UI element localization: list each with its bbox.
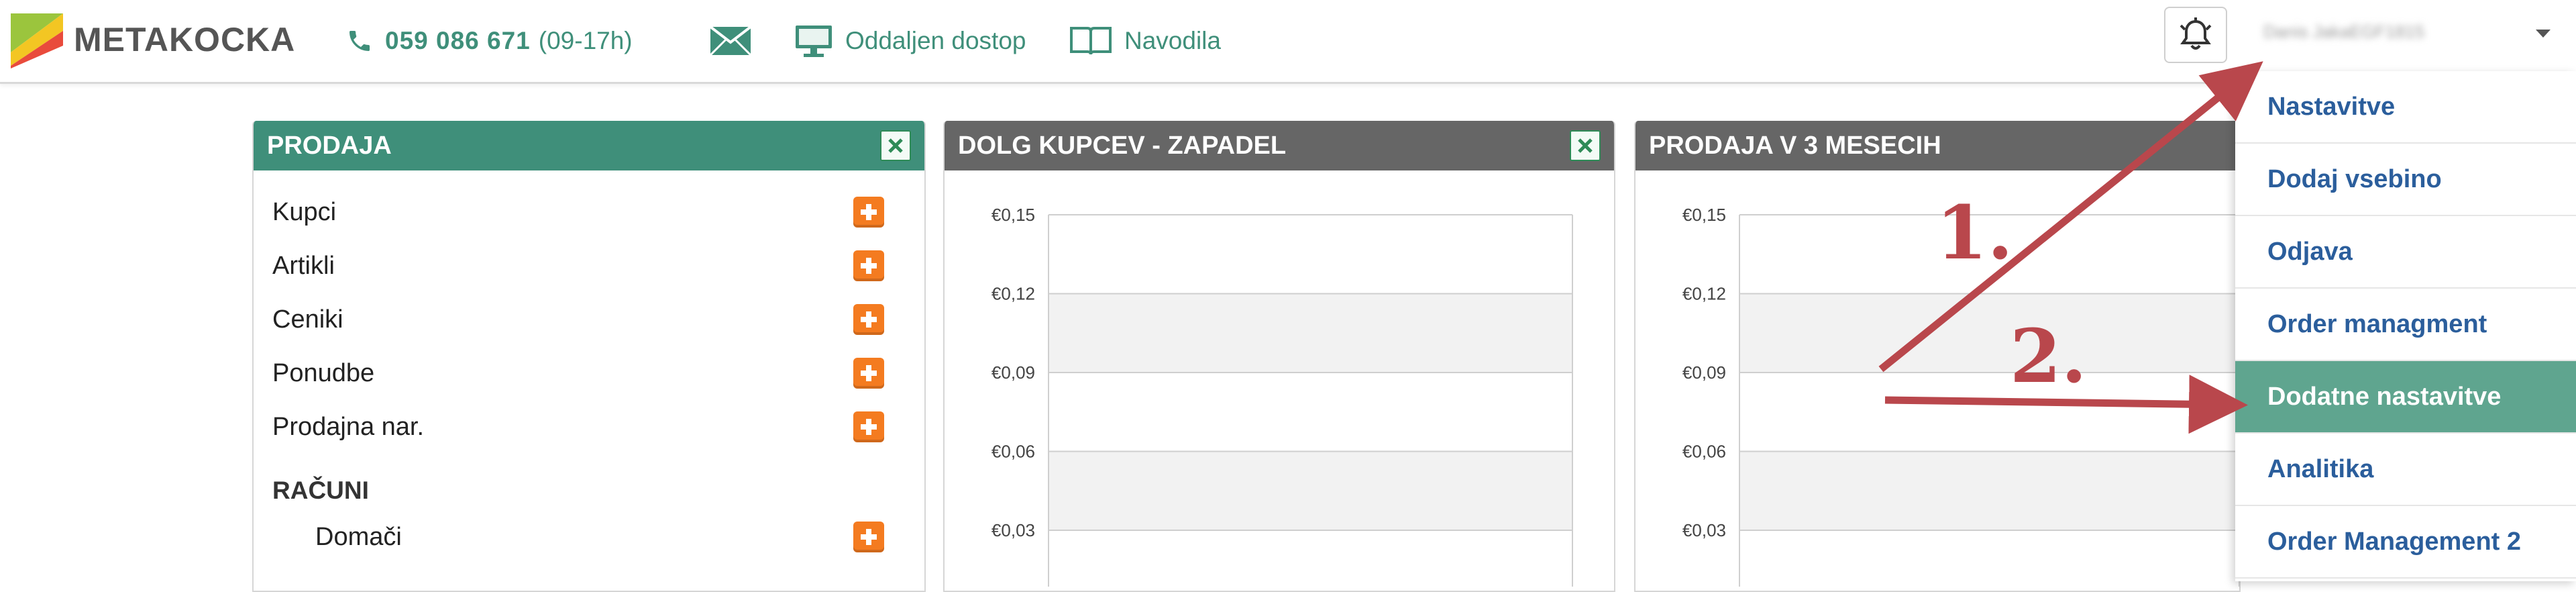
- book-icon: [1070, 27, 1112, 55]
- logo-text: METAKOCKA: [74, 21, 296, 58]
- sales-item-label[interactable]: Kupci: [272, 198, 336, 227]
- remote-access-link[interactable]: Oddaljen dostop: [794, 20, 1026, 62]
- sales-item-label[interactable]: Ceniki: [272, 305, 343, 334]
- plus-icon: [861, 258, 877, 274]
- phone-hours: (09-17h): [538, 27, 633, 54]
- y-tick-label: €0,15: [1682, 205, 1726, 225]
- mail-icon: [710, 26, 751, 56]
- top-bar: METAKOCKA 059 086 671 (09-17h) Oddaljen …: [0, 0, 2576, 84]
- panel-debt-header: DOLG KUPCEV - ZAPADEL: [945, 121, 1614, 170]
- plot-band: [1049, 373, 1572, 452]
- notifications-button[interactable]: [2164, 7, 2227, 63]
- sales-item-artikli[interactable]: Artikli: [272, 246, 884, 286]
- panel-sales-header: PRODAJA: [254, 121, 924, 170]
- plot-band: [1049, 215, 1572, 294]
- plot-band: [1739, 530, 2239, 587]
- logo[interactable]: METAKOCKA: [8, 9, 295, 70]
- menu-item-odjava[interactable]: Odjava: [2235, 216, 2576, 289]
- plot-band: [1739, 451, 2239, 530]
- sales-item-label[interactable]: Prodajna nar.: [272, 413, 424, 442]
- close-icon: [1578, 138, 1593, 153]
- plus-icon: [861, 311, 877, 328]
- phone-number: 059 086 671: [385, 27, 531, 54]
- panel-sales-3-months-header: PRODAJA V 3 MESECIH: [1635, 121, 2239, 170]
- plus-icon: [861, 419, 877, 435]
- plot-band: [1049, 530, 1572, 587]
- add-button[interactable]: [853, 250, 884, 281]
- menu-item-dodaj-vsebino[interactable]: Dodaj vsebino: [2235, 144, 2576, 216]
- panel-sales-title: PRODAJA: [267, 131, 392, 160]
- plot-band: [1049, 293, 1572, 373]
- monitor-icon: [796, 26, 832, 57]
- user-dropdown-menu: Nastavitve Dodaj vsebino Odjava Order ma…: [2235, 71, 2576, 581]
- mail-button[interactable]: [710, 20, 751, 62]
- close-icon: [888, 138, 903, 153]
- annotation-step-2: 2.: [2010, 313, 2087, 399]
- y-tick-label: €0,15: [991, 205, 1035, 225]
- sales-item-label[interactable]: Artikli: [272, 252, 335, 281]
- close-panel-sales-button[interactable]: [880, 130, 911, 161]
- panel-sales: PRODAJA Kupci Artikli Ceniki Ponudbe Pro…: [252, 121, 926, 592]
- instructions-link[interactable]: Navodila: [1069, 20, 1221, 62]
- menu-item-order-management-2[interactable]: Order Management 2: [2235, 506, 2576, 579]
- sales-item-prodajna-nar[interactable]: Prodajna nar.: [272, 407, 884, 447]
- y-tick-label: €0,12: [991, 284, 1035, 304]
- sales-item-ceniki[interactable]: Ceniki: [272, 299, 884, 340]
- bell-icon: [2180, 17, 2212, 50]
- user-menu-name[interactable]: Danis JakaEGF1815: [2263, 21, 2491, 48]
- remote-access-label: Oddaljen dostop: [845, 27, 1026, 54]
- panel-sales-3-months-title: PRODAJA V 3 MESECIH: [1649, 131, 1941, 160]
- close-panel-debt-button[interactable]: [1570, 130, 1601, 161]
- chevron-down-icon[interactable]: [2536, 30, 2551, 38]
- y-tick-label: €0,03: [1682, 520, 1726, 540]
- add-button[interactable]: [853, 358, 884, 389]
- plot-band: [1739, 373, 2239, 452]
- plot-band: [1049, 451, 1572, 530]
- phone-contact[interactable]: 059 086 671 (09-17h): [346, 20, 633, 62]
- add-button[interactable]: [853, 411, 884, 442]
- panel-debt-title: DOLG KUPCEV - ZAPADEL: [958, 131, 1287, 160]
- menu-item-nastavitve[interactable]: Nastavitve: [2235, 71, 2576, 144]
- y-tick-label: €0,06: [991, 442, 1035, 462]
- add-button[interactable]: [853, 304, 884, 335]
- annotation-step-1: 1.: [1936, 189, 2013, 276]
- phone-icon: [350, 31, 370, 51]
- y-tick-label: €0,09: [991, 362, 1035, 383]
- y-tick-label: €0,12: [1682, 284, 1726, 304]
- plus-icon: [861, 365, 877, 381]
- y-tick-label: €0,03: [991, 520, 1035, 540]
- menu-item-analitika[interactable]: Analitika: [2235, 434, 2576, 506]
- debt-chart: €0,15 €0,12 €0,09 €0,06 €0,03: [991, 205, 1573, 587]
- sales-item-label[interactable]: Ponudbe: [272, 359, 374, 388]
- plot-band: [1739, 293, 2239, 373]
- sales-item-label[interactable]: Domači: [315, 523, 402, 552]
- sales-item-ponudbe[interactable]: Ponudbe: [272, 353, 884, 393]
- menu-item-dodatne-nastavitve[interactable]: Dodatne nastavitve: [2235, 361, 2576, 434]
- y-tick-label: €0,06: [1682, 442, 1726, 462]
- add-button[interactable]: [853, 522, 884, 552]
- sales-item-domaci[interactable]: Domači: [315, 517, 884, 557]
- instructions-label: Navodila: [1124, 27, 1221, 54]
- plus-icon: [861, 529, 877, 545]
- menu-item-order-managment[interactable]: Order managment: [2235, 289, 2576, 361]
- y-tick-label: €0,09: [1682, 362, 1726, 383]
- section-title-racuni: RAČUNI: [272, 477, 369, 504]
- panel-debt: DOLG KUPCEV - ZAPADEL €0,15 €0,12 €0,09 €0,…: [943, 121, 1615, 592]
- metakocka-logo-icon: [11, 13, 63, 68]
- plus-icon: [861, 204, 877, 220]
- sales-item-kupci[interactable]: Kupci: [272, 192, 884, 232]
- add-button[interactable]: [853, 197, 884, 228]
